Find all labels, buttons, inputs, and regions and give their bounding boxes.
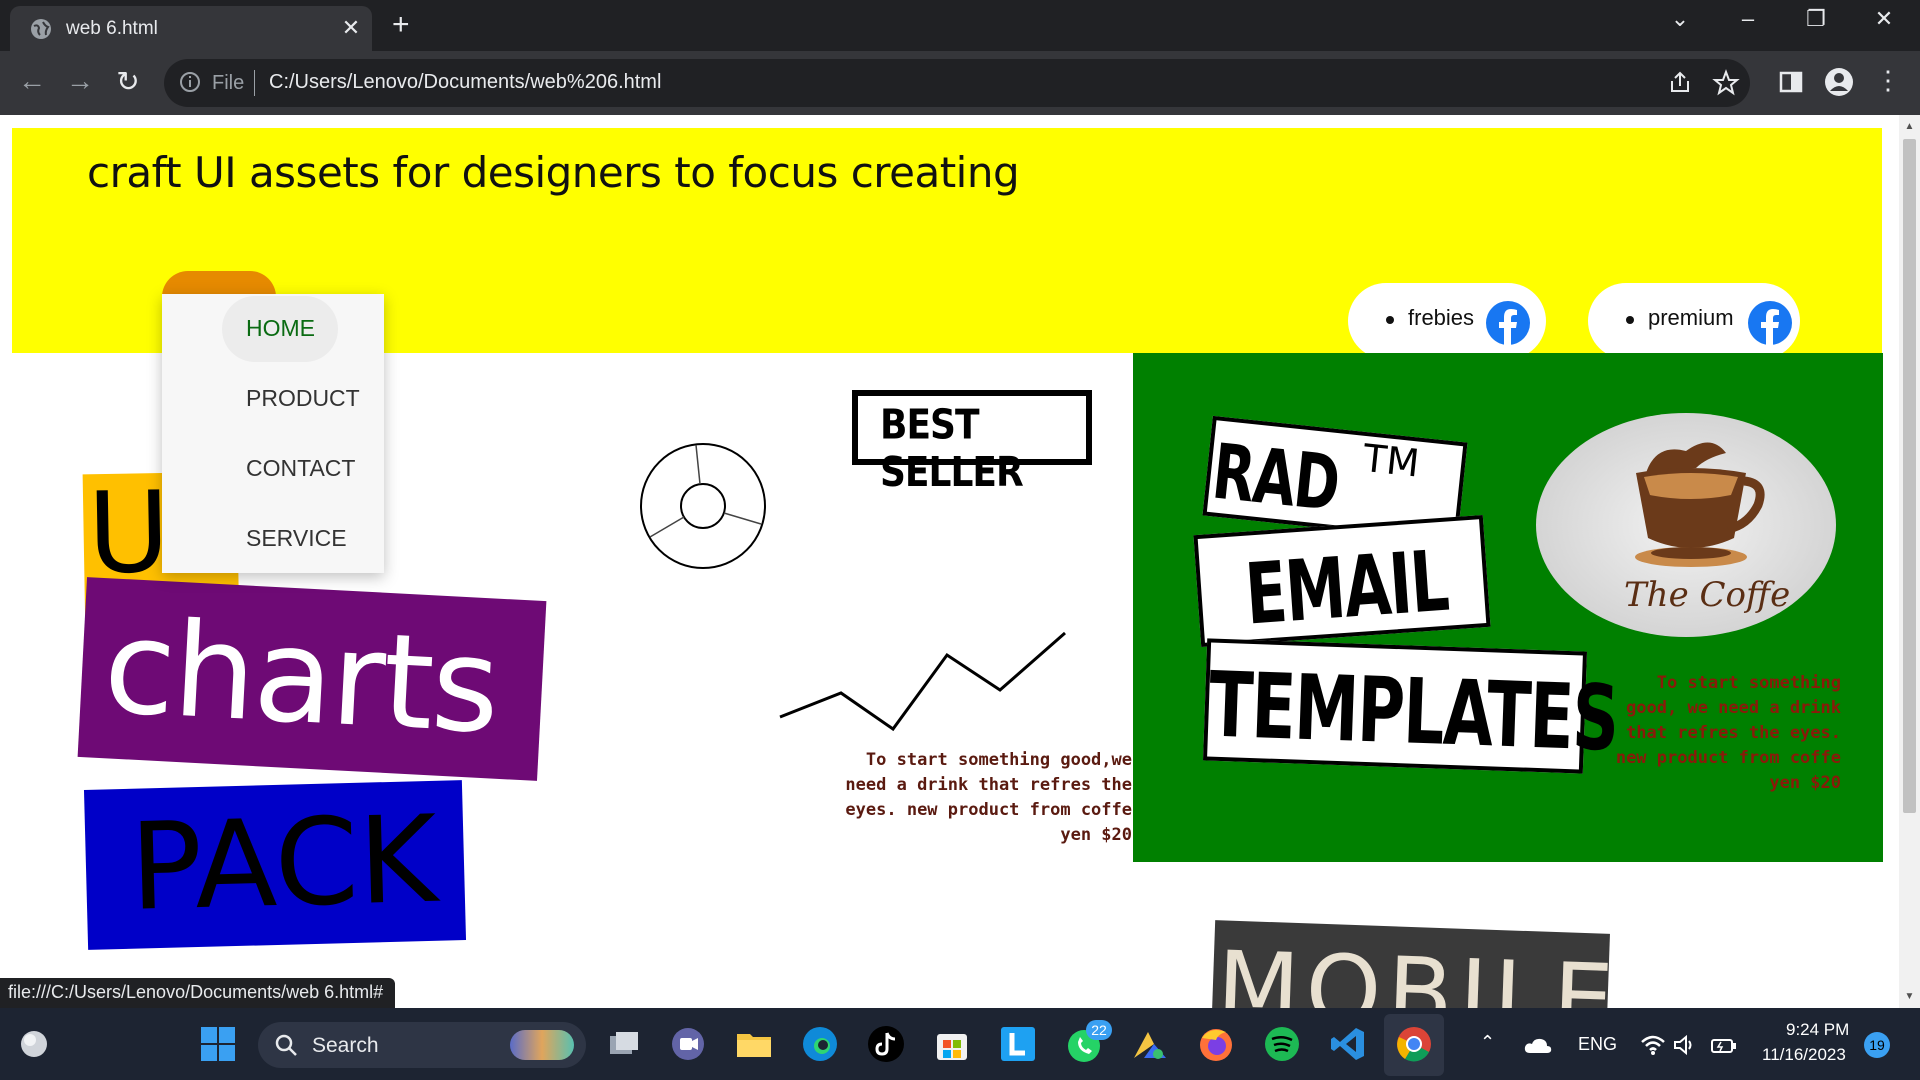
coffee-logo: The Coffe bbox=[1536, 413, 1836, 637]
onedrive-icon[interactable] bbox=[1524, 1036, 1552, 1054]
coffee-description: To start something good, we need a drink… bbox=[1615, 673, 1841, 793]
templates-card: TEMPLATES bbox=[1202, 638, 1620, 774]
globe-icon bbox=[31, 19, 51, 39]
wifi-icon[interactable] bbox=[1640, 1034, 1666, 1056]
reload-icon[interactable]: ↻ bbox=[110, 65, 146, 98]
coffee-cup-icon bbox=[1635, 442, 1765, 567]
microsoft-store-icon[interactable] bbox=[932, 1024, 972, 1064]
pill-frebies[interactable]: frebies bbox=[1348, 283, 1546, 359]
pill-label: premium bbox=[1648, 305, 1734, 330]
menu-kebab-icon[interactable]: ⋮ bbox=[1870, 65, 1906, 96]
nav-dropdown: HOME PRODUCT CONTACT SERVICE bbox=[162, 294, 384, 573]
volume-icon[interactable] bbox=[1672, 1034, 1696, 1056]
menu-item-home[interactable]: HOME bbox=[246, 315, 315, 342]
new-tab-icon[interactable]: + bbox=[392, 8, 410, 42]
templates-word: TEMPLATES bbox=[1207, 652, 1620, 772]
line-chart-icon bbox=[779, 631, 1066, 732]
notification-badge[interactable]: 19 bbox=[1864, 1032, 1890, 1058]
weather-icon[interactable] bbox=[14, 1024, 54, 1064]
teams-chat-icon[interactable] bbox=[668, 1024, 708, 1064]
info-icon[interactable] bbox=[179, 71, 201, 93]
vscode-icon[interactable] bbox=[1328, 1024, 1368, 1064]
share-icon[interactable] bbox=[1666, 69, 1694, 97]
tab-title: web 6.html bbox=[66, 18, 158, 39]
browser-toolbar: ← → ↻ File C:/Users/Lenovo/Documents/web… bbox=[0, 51, 1920, 115]
windows-start-icon[interactable] bbox=[198, 1024, 238, 1064]
clock-time[interactable]: 9:24 PM bbox=[1786, 1020, 1849, 1040]
firefox-icon[interactable] bbox=[1196, 1024, 1236, 1064]
profile-icon[interactable] bbox=[1824, 67, 1854, 97]
charts-word: charts bbox=[100, 590, 502, 763]
tab-search-icon[interactable]: ⌄ bbox=[1660, 6, 1700, 32]
mobile-sticker: MOBILE bbox=[1211, 920, 1610, 1008]
charts-sticker: charts bbox=[77, 577, 547, 781]
spotify-icon[interactable] bbox=[1262, 1024, 1302, 1064]
pill-premium[interactable]: premium bbox=[1588, 283, 1800, 359]
tiktok-icon[interactable] bbox=[866, 1024, 906, 1064]
bullet bbox=[1386, 316, 1394, 324]
tray-overflow-icon[interactable]: ⌃ bbox=[1480, 1032, 1495, 1053]
email-word: EMAIL bbox=[1242, 531, 1451, 644]
address-bar[interactable]: File C:/Users/Lenovo/Documents/web%206.h… bbox=[164, 59, 1750, 107]
tab-strip: web 6.html ✕ + ⌄ – ❐ ✕ bbox=[0, 0, 1920, 51]
battery-icon[interactable] bbox=[1710, 1034, 1738, 1056]
search-label: Search bbox=[312, 1034, 379, 1057]
close-window-icon[interactable]: ✕ bbox=[1864, 6, 1904, 32]
scroll-thumb[interactable] bbox=[1903, 139, 1916, 813]
donut-chart-icon bbox=[640, 443, 766, 569]
scroll-down-icon[interactable]: ▼ bbox=[1899, 991, 1920, 1002]
edge-icon[interactable] bbox=[800, 1024, 840, 1064]
forward-icon[interactable]: → bbox=[62, 65, 98, 97]
pack-word: PACK bbox=[128, 790, 439, 938]
search-highlight-image bbox=[510, 1030, 574, 1060]
tagline: craft UI assets for designers to focus c… bbox=[87, 148, 1020, 197]
whatsapp-badge: 22 bbox=[1086, 1020, 1112, 1040]
pack-sticker: PACK bbox=[83, 780, 467, 950]
best-seller-badge: BEST SELLER bbox=[852, 390, 1092, 496]
email-card: EMAIL bbox=[1193, 515, 1491, 647]
bullet bbox=[1626, 316, 1634, 324]
bookmark-star-icon[interactable] bbox=[1712, 69, 1740, 97]
scroll-up-icon[interactable]: ▲ bbox=[1899, 121, 1920, 132]
browser-tab[interactable]: web 6.html ✕ bbox=[10, 6, 372, 51]
side-panel-icon[interactable] bbox=[1776, 67, 1806, 97]
green-panel: RAD TM EMAIL TEMPLATES The Coffe To star… bbox=[1133, 353, 1883, 862]
facebook-icon[interactable] bbox=[1748, 301, 1792, 345]
page-viewport: craft UI assets for designers to focus c… bbox=[0, 115, 1920, 1008]
omnibox-divider bbox=[254, 70, 255, 96]
clock-date[interactable]: 11/16/2023 bbox=[1762, 1045, 1846, 1065]
pill-label: frebies bbox=[1408, 305, 1475, 330]
rad-word: RAD bbox=[1208, 426, 1343, 529]
page-scrollbar[interactable]: ▲ ▼ bbox=[1899, 115, 1920, 1008]
windows-taskbar: Search 22 ⌃ ENG 9:24 PM 11/16/2023 19 bbox=[0, 1008, 1920, 1080]
search-icon bbox=[275, 1034, 297, 1056]
back-icon[interactable]: ← bbox=[14, 65, 50, 97]
menu-item-contact[interactable]: CONTACT bbox=[246, 455, 355, 482]
product-description: To start something good,we need a drink … bbox=[845, 750, 1132, 845]
file-explorer-icon[interactable] bbox=[734, 1024, 774, 1064]
trademark-mark: TM bbox=[1361, 435, 1422, 486]
status-url-bubble: file:///C:/Users/Lenovo/Documents/web 6.… bbox=[0, 978, 396, 1008]
menu-item-product[interactable]: PRODUCT bbox=[246, 385, 360, 412]
task-view-icon[interactable] bbox=[604, 1024, 644, 1064]
l-app-icon[interactable] bbox=[998, 1024, 1038, 1064]
badge-label: BEST SELLER bbox=[880, 401, 1024, 497]
url-text[interactable]: C:/Users/Lenovo/Documents/web%206.html bbox=[269, 71, 661, 94]
chrome-icon[interactable] bbox=[1394, 1024, 1434, 1064]
mobile-word: MOBILE bbox=[1214, 930, 1610, 1008]
minimize-icon[interactable]: – bbox=[1728, 6, 1768, 32]
arc-app-icon[interactable] bbox=[1130, 1024, 1170, 1064]
menu-item-service[interactable]: SERVICE bbox=[246, 525, 347, 552]
language-indicator[interactable]: ENG bbox=[1578, 1034, 1617, 1055]
facebook-icon[interactable] bbox=[1486, 301, 1530, 345]
scheme-label: File bbox=[212, 72, 245, 94]
taskbar-search[interactable]: Search bbox=[258, 1022, 586, 1068]
restore-icon[interactable]: ❐ bbox=[1796, 6, 1836, 32]
tab-close-icon[interactable]: ✕ bbox=[338, 15, 364, 41]
coffee-brand: The Coffe bbox=[1624, 575, 1791, 615]
